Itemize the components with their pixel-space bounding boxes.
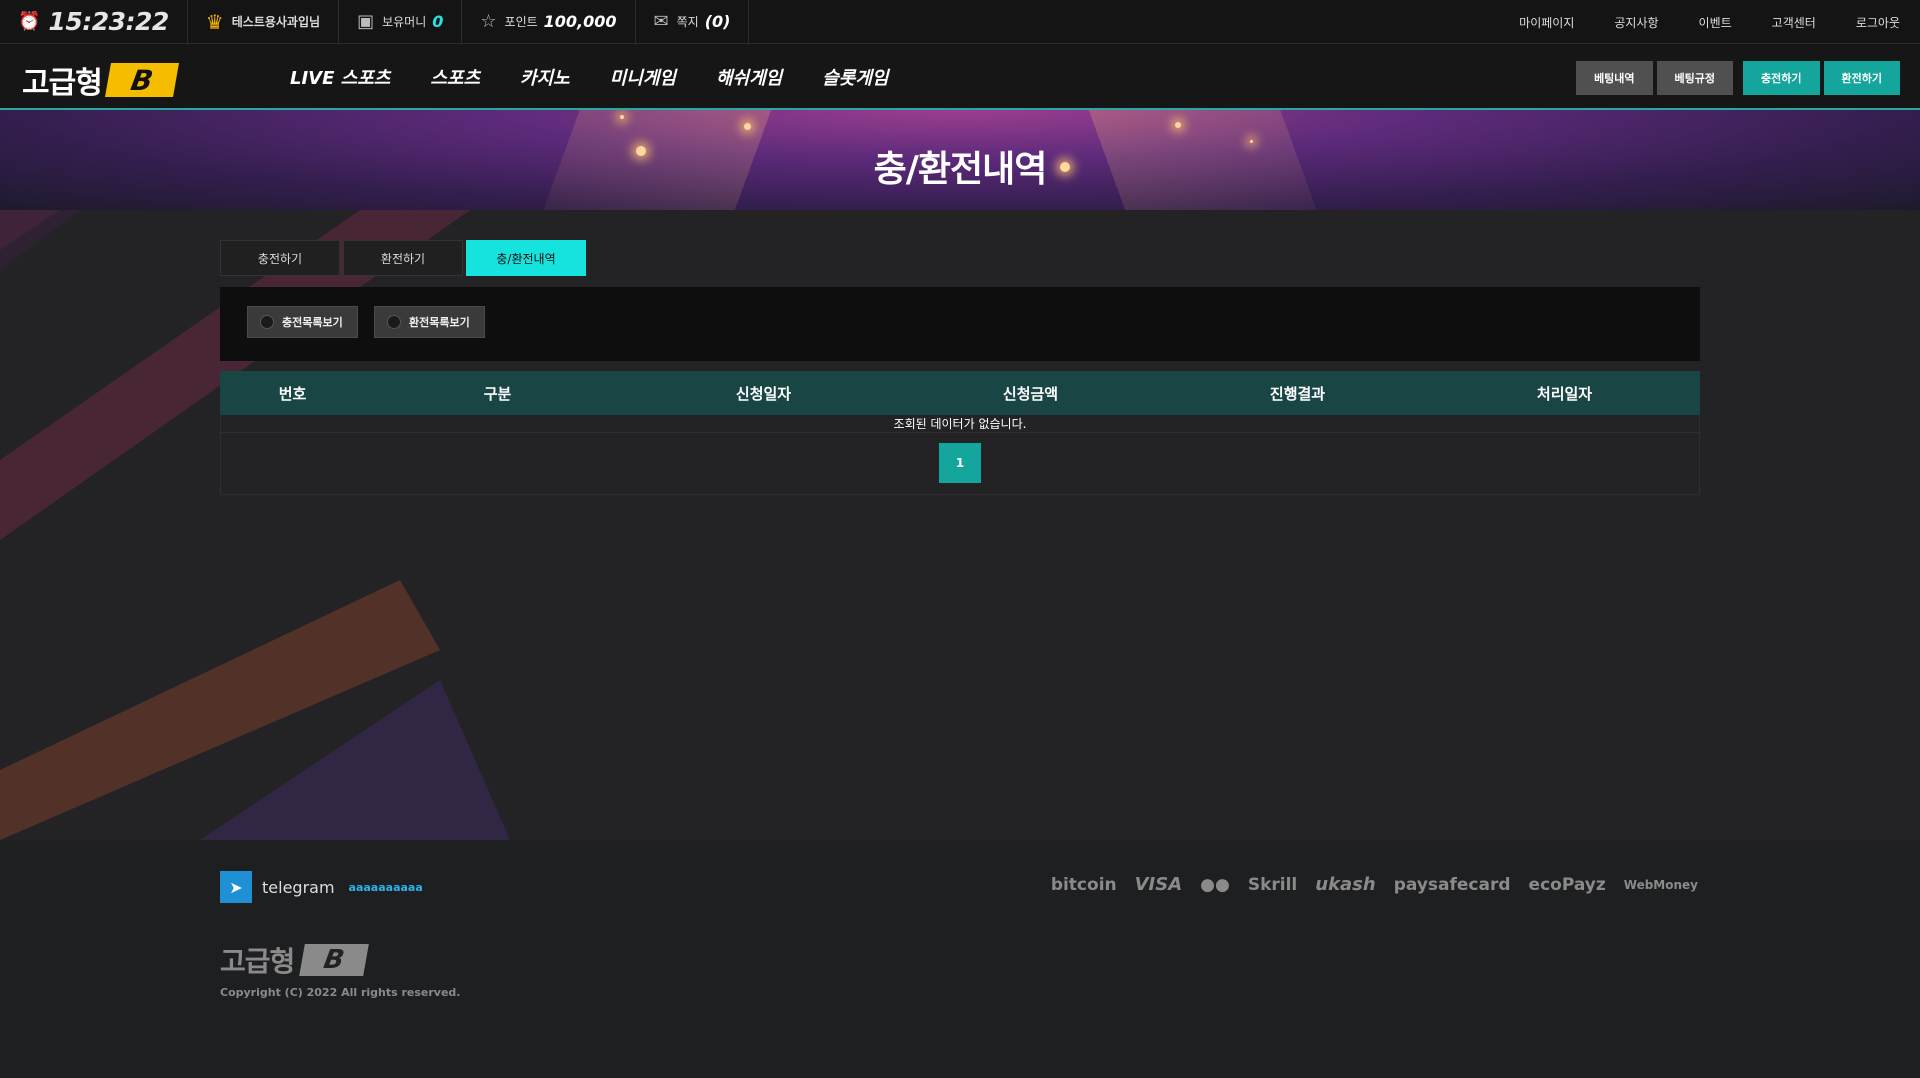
tab-deposit[interactable]: 충전하기 bbox=[220, 240, 340, 276]
money-label: 보유머니 bbox=[382, 15, 427, 29]
telegram-label: telegram bbox=[262, 877, 335, 897]
page-button[interactable]: 1 bbox=[939, 443, 981, 483]
deposit-button[interactable]: 충전하기 bbox=[1743, 61, 1820, 95]
clock: ⏰ 15:23:22 bbox=[0, 0, 188, 44]
link-logout[interactable]: 로그아웃 bbox=[1836, 14, 1920, 31]
footer: ➤ telegram aaaaaaaaaa bitcoin VISA ●● Sk… bbox=[0, 840, 1920, 1078]
visa-logo: VISA bbox=[1134, 874, 1183, 895]
page-banner: 충/환전내역 bbox=[0, 110, 1920, 210]
message-count: (0) bbox=[704, 12, 731, 31]
tab-bar: 충전하기 환전하기 충/환전내역 bbox=[220, 240, 589, 276]
paysafecard-logo: paysafecard bbox=[1393, 874, 1511, 895]
telegram-contact[interactable]: ➤ telegram aaaaaaaaaa bbox=[220, 871, 423, 903]
alarm-clock-icon: ⏰ bbox=[18, 10, 41, 32]
message-label: 쪽지 bbox=[676, 15, 699, 29]
site-logo[interactable]: 고급형 B bbox=[22, 58, 179, 102]
menu-casino[interactable]: 카지노 bbox=[520, 64, 570, 90]
link-support[interactable]: 고객센터 bbox=[1752, 14, 1836, 31]
top-status-bar: ⏰ 15:23:22 ♛ 테스트용사과입님 ▣ 보유머니 0 ☆ 포인트 100… bbox=[0, 0, 1920, 44]
user-name: 테스트용사과입님 bbox=[231, 15, 321, 29]
money-info: ▣ 보유머니 0 bbox=[339, 0, 463, 44]
link-event[interactable]: 이벤트 bbox=[1679, 14, 1752, 31]
spark bbox=[620, 115, 624, 119]
tab-history[interactable]: 충/환전내역 bbox=[466, 240, 586, 276]
filter-withdraw-label: 환전목록보기 bbox=[409, 316, 470, 329]
envelope-icon: ✉ bbox=[653, 10, 669, 32]
spark bbox=[744, 123, 751, 130]
column-number: 번호 bbox=[278, 384, 307, 403]
nav-buttons: 베팅내역 베팅규정 충전하기 환전하기 bbox=[1572, 61, 1900, 95]
payment-logos: bitcoin VISA ●● Skrill ukash paysafecard… bbox=[1033, 874, 1698, 895]
top-links: 마이페이지 공지사항 이벤트 고객센터 로그아웃 bbox=[1499, 0, 1920, 44]
radio-dot-icon bbox=[260, 315, 274, 329]
clock-time: 15:23:22 bbox=[48, 7, 169, 36]
point-info: ☆ 포인트 100,000 bbox=[462, 0, 636, 44]
ecopayz-logo: ecoPayz bbox=[1528, 874, 1606, 895]
filter-withdraw-list[interactable]: 환전목록보기 bbox=[374, 306, 485, 338]
user-info: ♛ 테스트용사과입님 bbox=[188, 0, 340, 44]
footer-logo-badge: B bbox=[299, 944, 370, 976]
copyright: Copyright (C) 2022 All rights reserved. bbox=[220, 986, 461, 999]
menu-minigame[interactable]: 미니게임 bbox=[610, 64, 676, 90]
menu-slotgame[interactable]: 슬롯게임 bbox=[822, 64, 888, 90]
radio-dot-icon bbox=[387, 315, 401, 329]
filter-box: 충전목록보기 환전목록보기 bbox=[220, 287, 1700, 361]
footer-logo-text: 고급형 bbox=[220, 945, 295, 978]
link-mypage[interactable]: 마이페이지 bbox=[1499, 14, 1594, 31]
telegram-icon: ➤ bbox=[220, 871, 252, 903]
column-type: 구분 bbox=[483, 384, 512, 403]
betting-history-button[interactable]: 베팅내역 bbox=[1576, 61, 1653, 95]
message-info[interactable]: ✉ 쪽지 (0) bbox=[636, 0, 750, 44]
empty-message: 조회된 데이터가 없습니다. bbox=[221, 415, 1699, 433]
point-label: 포인트 bbox=[504, 15, 538, 29]
spark bbox=[1175, 122, 1181, 128]
filter-deposit-list[interactable]: 충전목록보기 bbox=[247, 306, 358, 338]
column-status: 진행결과 bbox=[1269, 384, 1326, 403]
telegram-id: aaaaaaaaaa bbox=[348, 880, 423, 894]
main-navbar: 고급형 B LIVE 스포츠 스포츠 카지노 미니게임 해쉬게임 슬롯게임 베팅… bbox=[0, 44, 1920, 110]
table-header: 번호 구분 신청일자 신청금액 진행결과 처리일자 bbox=[220, 371, 1700, 415]
wallet-icon: ▣ bbox=[357, 10, 375, 32]
footer-logo: 고급형 B bbox=[220, 940, 370, 980]
menu-sports[interactable]: 스포츠 bbox=[430, 64, 480, 90]
column-request-amount: 신청금액 bbox=[1002, 384, 1059, 403]
bitcoin-logo: bitcoin bbox=[1050, 874, 1117, 895]
webmoney-logo: WebMoney bbox=[1623, 877, 1698, 892]
money-value: 0 bbox=[432, 12, 444, 31]
betting-rules-button[interactable]: 베팅규정 bbox=[1656, 61, 1734, 95]
point-value: 100,000 bbox=[543, 12, 617, 31]
logo-badge: B bbox=[104, 63, 179, 97]
crown-icon: ♛ bbox=[205, 9, 224, 34]
menu-hashgame[interactable]: 해쉬게임 bbox=[716, 64, 782, 90]
mastercard-logo: ●● bbox=[1200, 874, 1230, 895]
star-icon: ☆ bbox=[480, 10, 497, 32]
main-menu: LIVE 스포츠 스포츠 카지노 미니게임 해쉬게임 슬롯게임 bbox=[290, 44, 928, 110]
page-title: 충/환전내역 bbox=[873, 149, 1048, 190]
menu-live-sports[interactable]: LIVE 스포츠 bbox=[290, 64, 390, 90]
table-body: 조회된 데이터가 없습니다. 1 bbox=[220, 415, 1700, 495]
ukash-logo: ukash bbox=[1315, 874, 1376, 895]
link-notice[interactable]: 공지사항 bbox=[1594, 14, 1678, 31]
tab-withdraw[interactable]: 환전하기 bbox=[343, 240, 463, 276]
withdraw-button[interactable]: 환전하기 bbox=[1823, 61, 1900, 95]
column-process-date: 처리일자 bbox=[1536, 384, 1593, 403]
skrill-logo: Skrill bbox=[1247, 874, 1298, 895]
filter-deposit-label: 충전목록보기 bbox=[282, 316, 343, 329]
logo-text: 고급형 bbox=[22, 66, 103, 101]
column-request-date: 신청일자 bbox=[735, 384, 792, 403]
